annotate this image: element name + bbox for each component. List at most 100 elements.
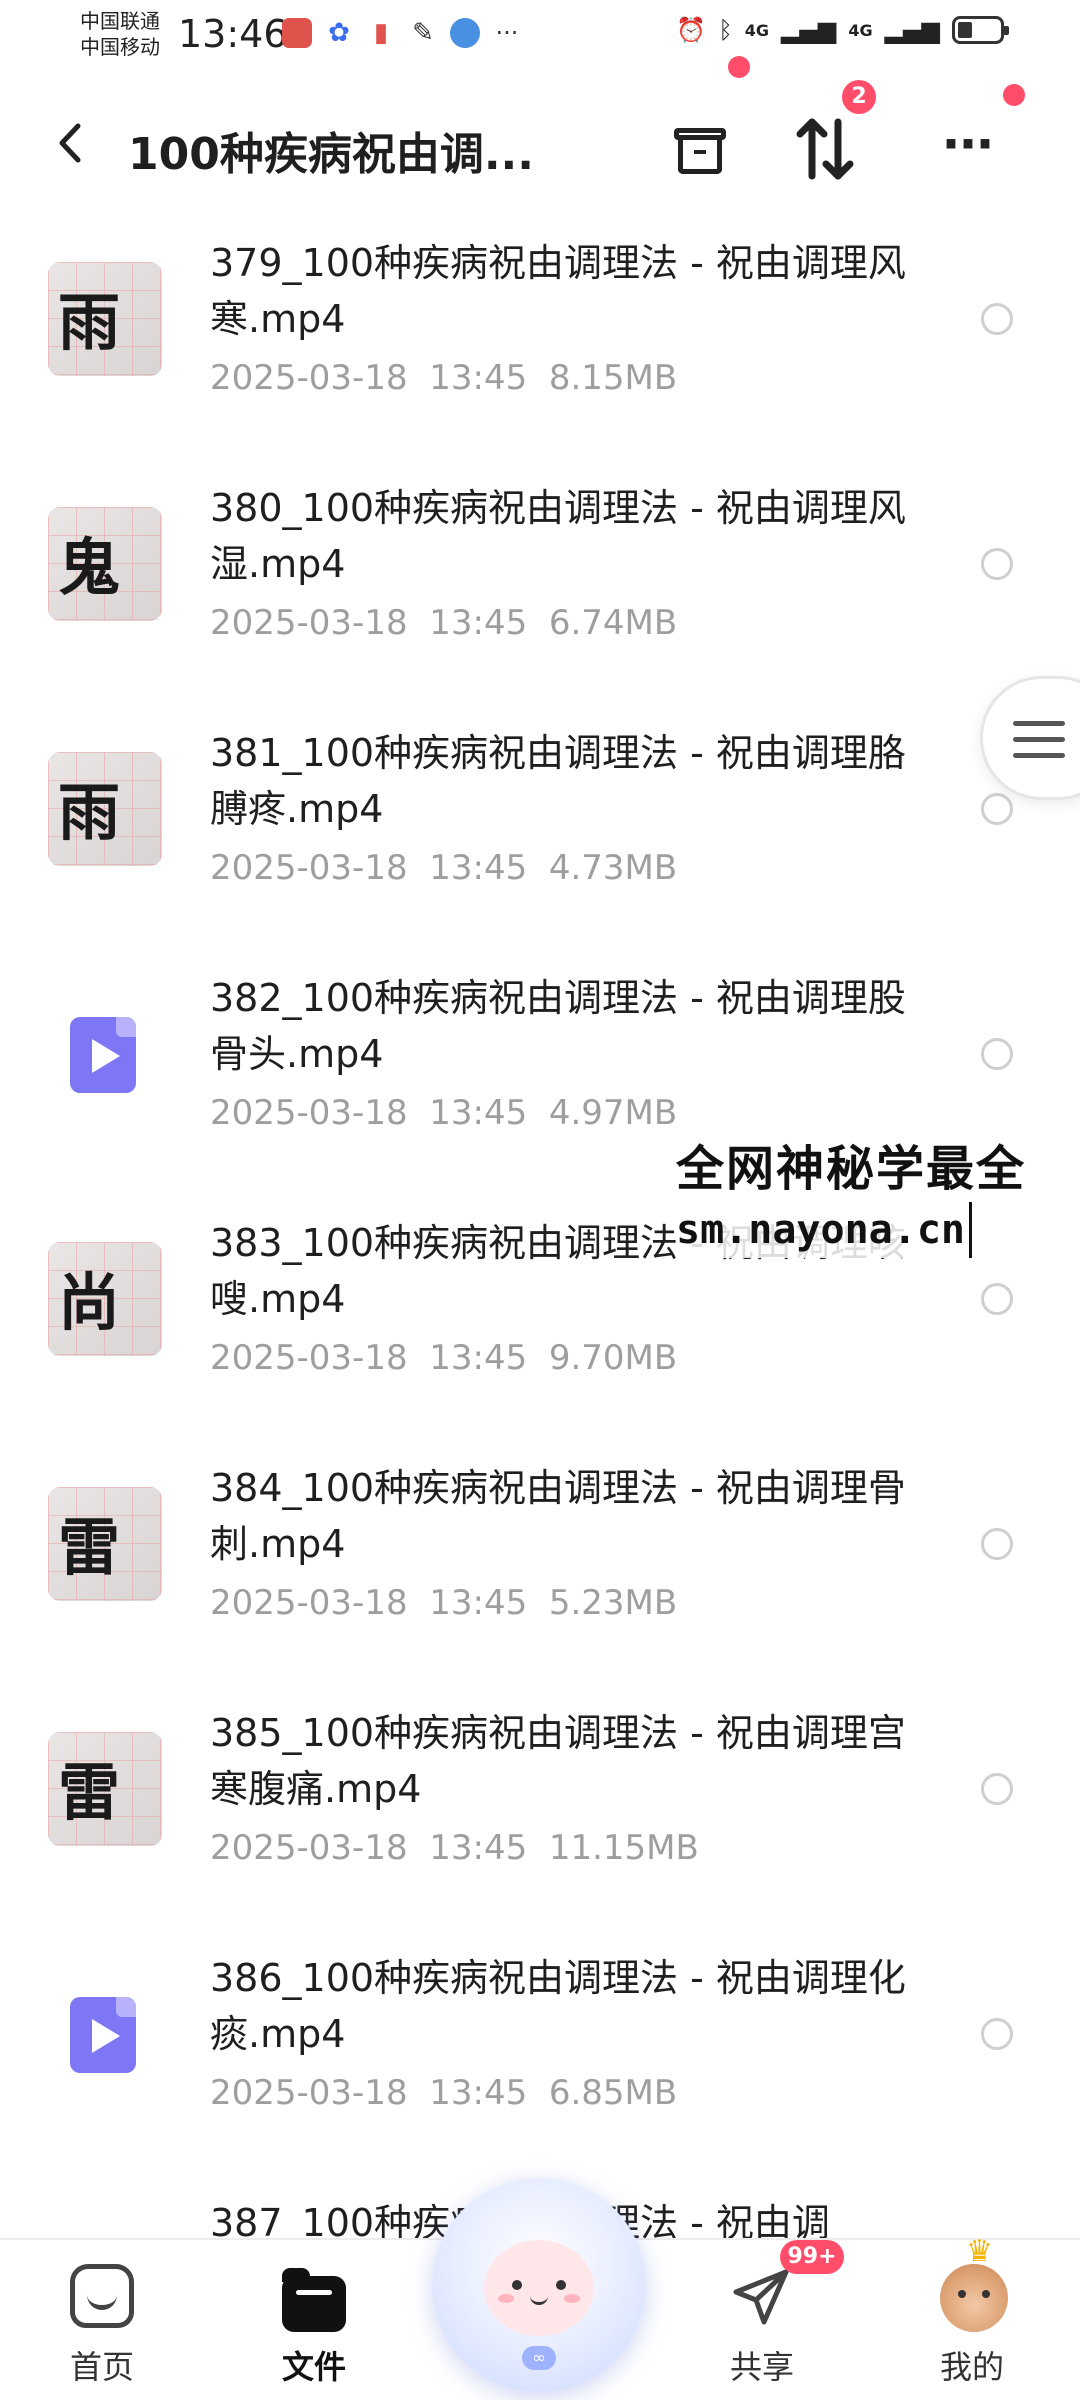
select-checkbox[interactable]: [981, 1773, 1013, 1805]
more-dots-icon: ···: [941, 115, 995, 173]
more-options-button[interactable]: ···: [932, 114, 1002, 184]
file-date: 2025-03-18: [210, 1338, 408, 1378]
file-date: 2025-03-18: [210, 1828, 408, 1868]
file-time: 13:45: [429, 603, 528, 643]
video-file-icon: [48, 997, 162, 1111]
menu-lines-icon: [1013, 721, 1065, 769]
system-icons: ⏰ ᛒ 4G ▂▄▆ 4G ▂▄▆: [676, 16, 1009, 44]
file-time: 13:45: [429, 358, 528, 398]
file-thumbnail: 雷: [48, 1732, 162, 1846]
file-time: 13:45: [429, 1093, 528, 1133]
carrier-1: 中国联通: [80, 9, 160, 33]
archive-red-dot: [728, 56, 750, 78]
file-time: 13:45: [429, 848, 528, 888]
assistant-mascot-button[interactable]: ∞: [432, 2178, 646, 2392]
select-checkbox[interactable]: [981, 1038, 1013, 1070]
mascot-face-icon: [484, 2240, 594, 2336]
paper-plane-svg: [733, 2269, 789, 2325]
chevron-left-icon: [59, 123, 81, 163]
book-icon: ▮: [373, 18, 389, 48]
file-meta: 2025-03-18 13:45 6.85MB: [210, 2073, 677, 2113]
thumbnail-calligraphy: 雷: [58, 1756, 121, 1829]
select-checkbox[interactable]: [981, 303, 1013, 335]
file-meta: 2025-03-18 13:45 8.15MB: [210, 358, 677, 398]
status-time: 13:46: [178, 12, 288, 56]
file-row[interactable]: 雨 379_100种疾病祝由调理法 - 祝由调理风寒.mp4 2025-03-18 …: [0, 230, 1080, 475]
status-bar: 中国联通 中国移动 13:46 ✿ ▮ ✎ ··· ⏰ ᛒ 4G ▂▄▆ 4G …: [0, 0, 1080, 72]
file-size: 9.70MB: [548, 1338, 678, 1378]
watermark-overlay: 全网神秘学最全 sm.nayona.cn: [676, 1136, 1080, 1258]
file-thumbnail: 雨: [48, 752, 162, 866]
file-name: 381_100种疾病祝由调理法 - 祝由调理胳膊疼.mp4: [210, 731, 906, 831]
share-badge: 99+: [780, 2240, 844, 2274]
file-thumbnail: 尚: [48, 1242, 162, 1356]
archive-icon: [674, 128, 726, 140]
file-thumbnail: 雷: [48, 1487, 162, 1601]
select-checkbox[interactable]: [981, 793, 1013, 825]
baidu-paw-icon: ✿: [328, 18, 350, 48]
select-checkbox[interactable]: [981, 548, 1013, 580]
bluetooth-icon: ᛒ: [718, 16, 733, 44]
file-meta: 2025-03-18 13:45 5.23MB: [210, 1583, 677, 1623]
file-name: 384_100种疾病祝由调理法 - 祝由调理骨刺.mp4: [210, 1466, 906, 1566]
watermark-line1: 全网神秘学最全: [676, 1141, 1027, 1197]
file-name: 379_100种疾病祝由调理法 - 祝由调理风寒.mp4: [210, 241, 906, 341]
alarm-icon: ⏰: [676, 16, 707, 44]
huawei-app-icon: [282, 18, 312, 48]
nav-home-label: 首页: [69, 2348, 134, 2386]
select-checkbox[interactable]: [981, 1283, 1013, 1315]
thumbnail-calligraphy: 鬼: [58, 531, 121, 604]
file-date: 2025-03-18: [210, 1583, 408, 1623]
file-size: 8.15MB: [548, 358, 678, 398]
video-file-icon: [48, 1977, 162, 2091]
nav-home[interactable]: 首页: [20, 2240, 180, 2400]
network-type-1: 4G: [744, 20, 769, 40]
carrier-info: 中国联通 中国移动: [80, 8, 160, 60]
thumbnail-calligraphy: 雨: [58, 286, 121, 359]
file-thumbnail: 雨: [48, 262, 162, 376]
network-type-2: 4G: [848, 20, 873, 40]
file-date: 2025-03-18: [210, 358, 408, 398]
archive-button[interactable]: [668, 114, 738, 184]
file-size: 4.97MB: [548, 1093, 678, 1133]
signal-1-icon: ▂▄▆: [780, 16, 837, 44]
file-thumbnail: 鬼: [48, 507, 162, 621]
select-checkbox[interactable]: [981, 1528, 1013, 1560]
archive-icon-body: [678, 140, 722, 174]
paper-plane-icon: [730, 2264, 794, 2328]
file-meta: 2025-03-18 13:45 11.15MB: [210, 1828, 699, 1868]
home-icon: [70, 2264, 134, 2328]
file-date: 2025-03-18: [210, 848, 408, 888]
file-meta: 2025-03-18 13:45 6.74MB: [210, 603, 677, 643]
more-notifications-icon: ···: [495, 19, 519, 47]
file-row[interactable]: 雷 385_100种疾病祝由调理法 - 祝由调理宫寒腹痛.mp4 2025-03-1…: [0, 1700, 1080, 1945]
file-date: 2025-03-18: [210, 603, 408, 643]
nav-mine[interactable]: 我的: [890, 2234, 1050, 2400]
more-red-dot: [1003, 84, 1025, 106]
battery-icon: [952, 16, 1009, 44]
file-size: 5.23MB: [548, 1583, 678, 1623]
file-row[interactable]: 雨 381_100种疾病祝由调理法 - 祝由调理胳膊疼.mp4 2025-03-18…: [0, 720, 1080, 965]
file-row[interactable]: 雷 384_100种疾病祝由调理法 - 祝由调理骨刺.mp4 2025-03-18 …: [0, 1455, 1080, 1700]
back-button[interactable]: [48, 120, 94, 166]
file-size: 4.73MB: [548, 848, 678, 888]
avatar-icon: [940, 2234, 1008, 2332]
file-row[interactable]: 386_100种疾病祝由调理法 - 祝由调理化痰.mp4 2025-03-18 1…: [0, 1945, 1080, 2190]
file-meta: 2025-03-18 13:45 9.70MB: [210, 1338, 677, 1378]
thumbnail-calligraphy: 尚: [58, 1266, 121, 1339]
file-name: 380_100种疾病祝由调理法 - 祝由调理风湿.mp4: [210, 486, 906, 586]
sort-badge: 2: [842, 80, 876, 114]
sort-button[interactable]: [790, 114, 860, 184]
file-name: 385_100种疾病祝由调理法 - 祝由调理宫寒腹痛.mp4: [210, 1711, 906, 1811]
signal-2-icon: ▂▄▆: [884, 16, 940, 44]
play-icon: [70, 1997, 136, 2073]
file-meta: 2025-03-18 13:45 4.73MB: [210, 848, 677, 888]
watermark-line2: sm.nayona.cn: [676, 1202, 972, 1258]
folder-icon: [282, 2268, 346, 2332]
file-row[interactable]: 鬼 380_100种疾病祝由调理法 - 祝由调理风湿.mp4 2025-03-18 …: [0, 475, 1080, 720]
globe-icon: [450, 18, 480, 48]
nav-files[interactable]: 文件: [232, 2240, 392, 2400]
select-checkbox[interactable]: [981, 2018, 1013, 2050]
file-name: 386_100种疾病祝由调理法 - 祝由调理化痰.mp4: [210, 1956, 906, 2056]
notification-icons: ✿ ▮ ✎ ···: [282, 18, 522, 48]
